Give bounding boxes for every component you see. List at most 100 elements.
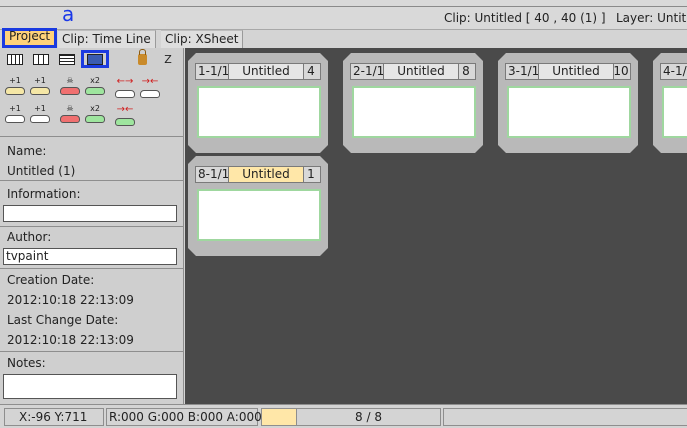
add-badge: +1 [9,76,21,85]
annotation-a: a [62,2,75,26]
name-label: Name: [7,144,47,158]
split-multi-icon: →← [141,76,159,87]
last-change-date-label: Last Change Date: [7,313,119,327]
clip-thumbnail[interactable] [507,86,631,138]
column-view-icon [33,53,49,65]
clip-card-header: 4-1/1 [660,63,687,80]
clip-card[interactable]: 3-1/1 Untitled 10 [498,53,638,153]
thumbnail-view-icon [87,53,103,65]
clip-icon [115,90,135,98]
frame-progress-bar [261,408,297,426]
clip-icon [30,115,50,123]
clip-title[interactable]: Untitled [228,167,304,182]
clip-number: 3-1/1 [508,64,540,78]
clip-card-selected[interactable]: 8-1/1 Untitled 1 [188,156,328,256]
merge-arrows-icon: →← [116,104,134,115]
status-bar: X:-96 Y:711 R:000 G:000 B:000 A:000 8 / … [0,404,687,428]
skull-icon: ☠ [66,76,74,85]
list-view-button[interactable] [56,50,78,68]
clip-icon [140,90,160,98]
split-arrows-icon: ←→ [116,76,134,87]
add-empty-after-button[interactable]: +1 [29,104,51,128]
clip-title[interactable]: Untitled [228,64,304,79]
clip-thumbnail-area: 1-1/1 Untitled 4 2-1/1 Untitled 8 3-1/1 … [185,48,687,404]
clip-thumbnail[interactable] [197,189,321,241]
column-view-button[interactable] [30,50,52,68]
clip-icon [85,115,105,123]
clip-number: 4-1/1 [663,64,687,78]
project-panel: Z +1 +1 ☠ x2 ←→ →← +1 +1 ☠ x2 →← Name: U… [0,48,184,404]
view-toolbar: Z [0,48,184,70]
clip-frame-count: 10 [613,64,629,78]
clip-icon [85,87,105,95]
skull-icon: ☠ [66,104,74,113]
clip-thumbnail[interactable] [662,86,687,138]
layer-info: Layer: Untitled [616,11,687,25]
add-badge: +1 [34,104,46,113]
merge-clips-button[interactable]: →← [114,104,136,128]
duplicate-clips-button[interactable]: x2 [84,104,106,128]
clip-info: Clip: Untitled [ 40 , 40 (1) ] [444,11,606,25]
clip-icon [60,115,80,123]
clip-actions-row-1: +1 +1 ☠ x2 ←→ →← [0,76,184,104]
clip-card-header: 2-1/1 Untitled 8 [350,63,476,80]
clip-card[interactable]: 2-1/1 Untitled 8 [343,53,483,153]
top-divider [0,6,687,7]
list-view-icon [59,53,75,65]
clip-icon [115,118,135,126]
duplicate-badge: x2 [90,76,100,85]
duplicate-badge: x2 [90,104,100,113]
delete-clip-button[interactable]: ☠ [59,76,81,100]
clip-card[interactable]: 4-1/1 [653,53,687,153]
clip-number: 2-1/1 [353,64,385,78]
grid-view-icon [7,53,23,65]
notes-field[interactable] [3,374,177,399]
split-clip-button[interactable]: ←→ [114,76,136,100]
clip-thumbnail[interactable] [197,86,321,138]
top-info-bar: Clip: Untitled [ 40 , 40 (1) ] Layer: Un… [0,0,687,30]
creation-date-label: Creation Date: [7,273,95,287]
creation-date-value: 2012:10:18 22:13:09 [7,293,134,307]
clip-card-header: 3-1/1 Untitled 10 [505,63,631,80]
frame-counter: 8 / 8 [297,408,441,426]
name-value: Untitled (1) [7,164,76,178]
clip-icon [5,115,25,123]
clip-icon [5,87,25,95]
duplicate-clip-button[interactable]: x2 [84,76,106,100]
divider [0,226,184,227]
add-empty-before-button[interactable]: +1 [4,104,26,128]
clip-frame-count: 8 [462,64,470,78]
delete-clips-button[interactable]: ☠ [59,104,81,128]
add-badge: +1 [9,104,21,113]
add-clip-after-button[interactable]: +1 [29,76,51,100]
pixel-color-readout: R:000 G:000 B:000 A:000 [106,408,262,426]
clip-thumbnail[interactable] [352,86,476,138]
zoom-button[interactable]: Z [157,50,179,68]
last-change-date-value: 2012:10:18 22:13:09 [7,333,134,347]
divider [0,268,184,269]
thumbnail-view-button[interactable] [81,50,109,68]
lock-button[interactable] [131,48,153,68]
clip-title[interactable]: Untitled [538,64,614,79]
cursor-coordinates: X:-96 Y:711 [4,408,104,426]
divider [0,351,184,352]
add-badge: +1 [34,76,46,85]
clip-icon [30,87,50,95]
lock-icon [137,48,147,65]
add-clip-before-button[interactable]: +1 [4,76,26,100]
divider [0,136,184,137]
author-field[interactable]: tvpaint [3,248,177,265]
tab-clip-xsheet[interactable]: Clip: XSheet [161,30,244,48]
tab-project[interactable]: Project [2,28,58,48]
information-field[interactable] [3,205,177,222]
tab-clip-time-line[interactable]: Clip: Time Line [58,30,156,48]
clip-frame-count: 1 [307,167,315,181]
grid-view-button[interactable] [4,50,26,68]
split-multi-button[interactable]: →← [139,76,161,100]
clip-card-header: 8-1/1 Untitled 1 [195,166,321,183]
clip-frame-count: 4 [307,64,315,78]
clip-card[interactable]: 1-1/1 Untitled 4 [188,53,328,153]
clip-icon [60,87,80,95]
clip-title[interactable]: Untitled [383,64,459,79]
author-label: Author: [7,230,52,244]
